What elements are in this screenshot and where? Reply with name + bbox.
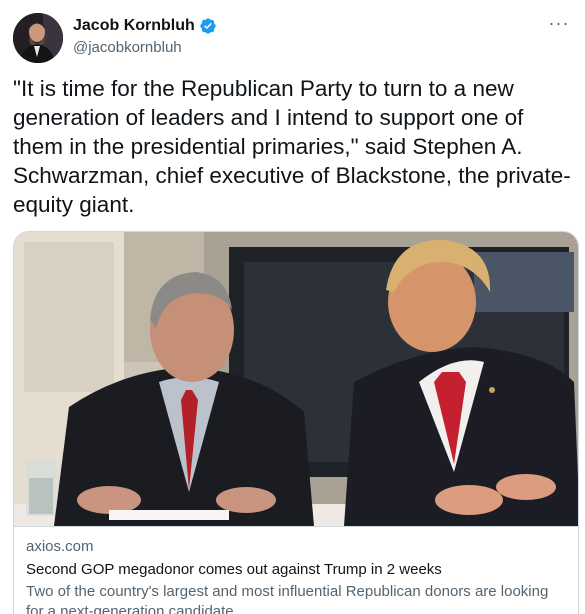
link-preview-card[interactable]: axios.com Second GOP megadonor comes out… [13, 231, 579, 614]
news-photo [14, 232, 578, 526]
tweet-header: Jacob Kornbluh @jacobkornbluh ··· [13, 13, 573, 65]
card-image [14, 232, 578, 526]
verified-badge-icon [199, 17, 217, 35]
author-identity: Jacob Kornbluh @jacobkornbluh [73, 16, 217, 56]
avatar[interactable] [13, 13, 63, 63]
card-meta: axios.com Second GOP megadonor comes out… [14, 526, 578, 614]
card-description: Two of the country's largest and most in… [26, 583, 549, 614]
card-title: Second GOP megadonor comes out against T… [26, 561, 442, 578]
avatar-photo [13, 13, 63, 63]
name-row: Jacob Kornbluh [73, 16, 217, 36]
tweet-text: "It is time for the Republican Party to … [13, 76, 571, 217]
display-name[interactable]: Jacob Kornbluh [73, 17, 195, 35]
more-options-icon[interactable]: ··· [547, 14, 571, 35]
card-domain: axios.com [26, 538, 94, 555]
author-handle[interactable]: @jacobkornbluh [73, 39, 217, 56]
